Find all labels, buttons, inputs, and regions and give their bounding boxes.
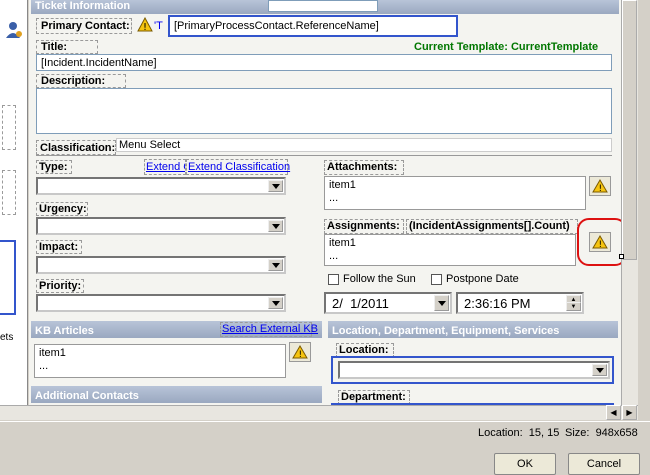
kb-articles-list[interactable]: item1 ... <box>34 344 286 378</box>
primary-contact-label: Primary Contact: <box>36 18 132 34</box>
left-panel-box <box>2 170 16 215</box>
urgency-label: Urgency: <box>36 202 88 216</box>
priority-label: Priority: <box>36 279 84 293</box>
warning-icon: ! <box>592 179 608 193</box>
warning-icon: ! <box>292 345 308 359</box>
attachments-warning-button[interactable]: ! <box>589 176 611 196</box>
dropdown-arrow-icon[interactable] <box>268 297 283 309</box>
date-value: 2/ 1/2011 <box>332 296 389 311</box>
title-field[interactable]: [Incident.IncidentName] <box>36 54 612 71</box>
type-dropdown[interactable] <box>36 177 286 195</box>
checkbox-box[interactable] <box>328 273 339 285</box>
assignments-label: Assignments: <box>324 219 404 234</box>
title-label: Title: <box>36 40 98 54</box>
location-section-header: Location, Department, Equipment, Service… <box>328 321 618 338</box>
dropdown-arrow-icon[interactable] <box>268 180 283 192</box>
primary-contact-fragment: 'T <box>154 20 163 32</box>
postpone-date-label: Postpone Date <box>446 273 519 285</box>
attachments-list[interactable]: item1 ... <box>324 176 586 210</box>
follow-the-sun-label: Follow the Sun <box>343 273 416 285</box>
list-item: ... <box>39 360 49 372</box>
kb-warning-button[interactable]: ! <box>289 342 311 362</box>
attachments-label: Attachments: <box>324 160 404 175</box>
kb-search-box: Search External KB <box>220 322 318 337</box>
extend-classification-link[interactable]: Extend Classification <box>188 161 290 173</box>
menu-select[interactable]: Menu Select <box>116 138 612 152</box>
impact-label: Impact: <box>36 240 82 254</box>
classification-divider <box>36 155 612 156</box>
svg-text:!: ! <box>299 350 303 359</box>
warning-icon[interactable]: ! <box>137 16 153 33</box>
postpone-date-checkbox[interactable]: Postpone Date <box>431 273 519 285</box>
current-template-text: Current Template: CurrentTemplate <box>414 41 599 53</box>
description-label: Description: <box>36 74 126 88</box>
horizontal-scrollbar[interactable] <box>0 405 638 420</box>
additional-contacts-header: Additional Contacts <box>31 386 322 403</box>
follow-the-sun-checkbox[interactable]: Follow the Sun <box>328 273 416 285</box>
extend-c-link[interactable]: Extend C <box>146 161 185 173</box>
priority-dropdown[interactable] <box>36 294 286 312</box>
assignments-warning-button[interactable]: ! <box>589 232 611 252</box>
impact-dropdown[interactable] <box>36 256 286 274</box>
description-field[interactable] <box>36 88 612 134</box>
checkbox-box[interactable] <box>431 273 442 285</box>
svg-text:!: ! <box>599 240 603 249</box>
list-item[interactable]: item1 <box>329 179 581 192</box>
search-external-kb-link[interactable]: Search External KB <box>222 323 318 335</box>
time-value: 2:36:16 PM <box>464 296 531 311</box>
time-picker[interactable]: 2:36:16 PM ▲ ▼ <box>456 292 584 314</box>
urgency-dropdown[interactable] <box>36 217 286 235</box>
header-input[interactable] <box>268 0 378 12</box>
date-picker[interactable]: 2/ 1/2011 <box>324 292 452 314</box>
extend-classification-box: Extend Classification <box>186 159 290 175</box>
status-location: Location: 15, 15 <box>478 427 560 439</box>
scroll-right-arrow-icon[interactable]: ▶ <box>622 405 637 420</box>
warning-icon: ! <box>592 235 608 249</box>
user-settings-icon[interactable] <box>4 20 24 40</box>
status-size: Size: 948x658 <box>565 427 638 439</box>
list-item: ... <box>329 192 339 204</box>
extend-c-box: Extend C <box>144 159 186 175</box>
dropdown-arrow-icon[interactable] <box>268 220 283 232</box>
assignments-list[interactable]: item1 ... <box>324 234 576 266</box>
left-panel-box <box>2 105 16 150</box>
assignments-count: (IncidentAssignments[].Count) <box>406 219 578 234</box>
dropdown-arrow-icon[interactable] <box>268 259 283 271</box>
left-panel: ets <box>0 0 28 405</box>
spin-down-icon[interactable]: ▼ <box>566 302 581 311</box>
scroll-left-arrow-icon[interactable]: ◀ <box>606 405 621 420</box>
primary-contact-field[interactable]: [PrimaryProcessContact.ReferenceName] <box>168 15 458 37</box>
scroll-thumb[interactable] <box>622 0 637 260</box>
dropdown-arrow-icon[interactable] <box>434 295 449 311</box>
dropdown-arrow-icon[interactable] <box>592 364 607 376</box>
list-item[interactable]: item1 <box>39 347 281 360</box>
left-panel-selected-box[interactable] <box>0 240 16 315</box>
location-dropdown[interactable] <box>338 361 610 379</box>
type-label: Type: <box>36 160 72 174</box>
classification-label: Classification: <box>36 140 116 155</box>
resize-handle[interactable] <box>619 254 624 259</box>
list-item[interactable]: item1 <box>329 237 571 250</box>
svg-text:!: ! <box>599 184 603 193</box>
list-item: ... <box>329 250 339 262</box>
left-panel-fragment: ets <box>0 332 14 343</box>
svg-text:!: ! <box>143 22 147 33</box>
